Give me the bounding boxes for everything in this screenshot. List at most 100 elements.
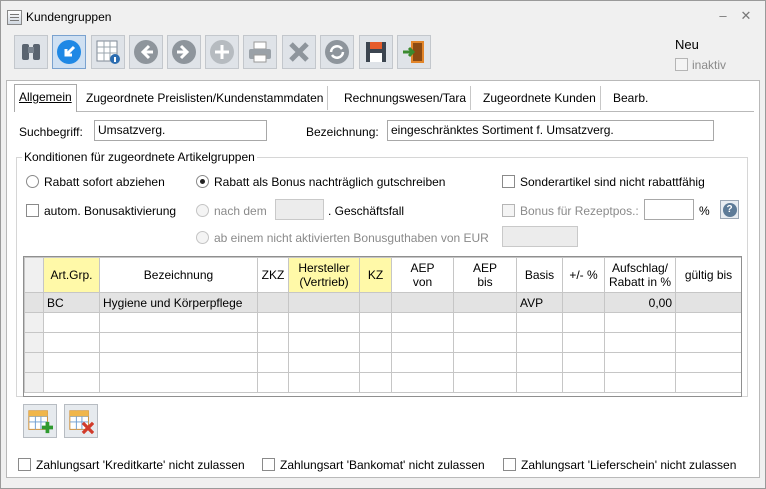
grid-cell[interactable]	[257, 372, 289, 393]
sonderartikel-checkbox[interactable]	[502, 175, 515, 188]
grid-cell[interactable]	[562, 332, 605, 353]
search-button[interactable]	[14, 35, 48, 69]
grid-cell[interactable]	[562, 372, 605, 393]
add-button[interactable]	[205, 35, 239, 69]
grid-cell[interactable]	[675, 372, 742, 393]
bonus-rezept-input[interactable]	[644, 199, 694, 220]
grid-cell[interactable]	[288, 352, 360, 373]
tab-zugeordnete-kunden[interactable]: Zugeordnete Kunden	[479, 86, 601, 110]
grid-cell[interactable]	[288, 332, 360, 353]
grid-row-indicator[interactable]	[24, 312, 44, 333]
grid-column-header[interactable]: AEP bis	[453, 257, 517, 293]
grid-cell[interactable]	[288, 292, 360, 313]
grid-cell[interactable]	[516, 372, 563, 393]
grid-cell[interactable]	[391, 372, 454, 393]
grid-cell[interactable]	[675, 332, 742, 353]
grid-cell[interactable]	[516, 312, 563, 333]
table-row[interactable]	[24, 332, 742, 353]
tab-bearb[interactable]: Bearb.	[609, 86, 652, 110]
grid-column-header[interactable]: Aufschlag/ Rabatt in %	[604, 257, 676, 293]
kreditkarte-checkbox[interactable]	[18, 458, 31, 471]
grid-row-indicator[interactable]	[24, 352, 44, 373]
grid-column-header[interactable]: +/- %	[562, 257, 605, 293]
grid-cell[interactable]	[43, 372, 100, 393]
grid-cell[interactable]	[675, 312, 742, 333]
grid-cell[interactable]: AVP	[516, 292, 563, 313]
table-row[interactable]	[24, 372, 742, 393]
grid-row-indicator[interactable]	[24, 372, 44, 393]
remove-row-button[interactable]	[64, 404, 98, 438]
exit-button[interactable]	[397, 35, 431, 69]
grid-cell[interactable]	[516, 352, 563, 373]
bankomat-checkbox[interactable]	[262, 458, 275, 471]
table-row[interactable]: BC Hygiene und Körperpflege AVP 0,00	[24, 292, 742, 313]
grid-row-indicator[interactable]	[24, 292, 44, 313]
grid-cell[interactable]	[99, 312, 258, 333]
table-row[interactable]	[24, 312, 742, 333]
tab-rechnungswesen[interactable]: Rechnungswesen/Tara	[340, 86, 472, 110]
bonus-rezept-checkbox[interactable]	[502, 204, 515, 217]
grid-cell[interactable]	[675, 352, 742, 373]
grid-cell[interactable]	[43, 312, 100, 333]
grid-cell[interactable]	[391, 292, 454, 313]
grid-cell[interactable]	[257, 292, 289, 313]
grid-cell[interactable]	[99, 352, 258, 373]
grid-column-header[interactable]: Bezeichnung	[99, 257, 258, 293]
grid-cell[interactable]	[675, 292, 742, 313]
grid-cell[interactable]: 0,00	[604, 292, 676, 313]
grid-cell[interactable]	[562, 312, 605, 333]
tab-allgemein[interactable]: Allgemein	[14, 84, 77, 112]
grid-cell[interactable]	[99, 372, 258, 393]
grid-cell[interactable]	[516, 332, 563, 353]
suchbegriff-input[interactable]: Umsatzverg.	[94, 120, 267, 141]
grid-cell[interactable]	[43, 332, 100, 353]
bezeichnung-input[interactable]: eingeschränktes Sortiment f. Umsatzverg.	[387, 120, 714, 141]
grid-cell[interactable]	[391, 312, 454, 333]
table-row[interactable]	[24, 352, 742, 373]
minimize-button[interactable]: –	[714, 7, 732, 25]
grid-cell[interactable]	[257, 312, 289, 333]
grid-column-header[interactable]: AEP von	[391, 257, 454, 293]
grid-cell[interactable]	[359, 352, 392, 373]
nach-dem-radio[interactable]	[196, 204, 209, 217]
delete-button[interactable]	[282, 35, 316, 69]
grid-cell[interactable]	[359, 292, 392, 313]
grid-info-button[interactable]	[91, 35, 125, 69]
tab-preislisten[interactable]: Zugeordnete Preislisten/Kundenstammdaten	[82, 86, 329, 110]
ab-einem-radio[interactable]	[196, 231, 209, 244]
grid-cell[interactable]	[391, 332, 454, 353]
grid-cell[interactable]	[359, 372, 392, 393]
inaktiv-checkbox[interactable]	[675, 58, 688, 71]
lieferschein-checkbox[interactable]	[503, 458, 516, 471]
artikelgruppen-grid[interactable]: Art.Grp. Bezeichnung ZKZ Hersteller (Vertri…	[24, 257, 742, 393]
close-button[interactable]: ✕	[737, 7, 755, 25]
grid-column-header[interactable]: Basis	[516, 257, 563, 293]
previous-button[interactable]	[129, 35, 163, 69]
grid-row-indicator[interactable]	[24, 332, 44, 353]
grid-cell[interactable]	[453, 352, 517, 373]
grid-cell[interactable]	[288, 312, 360, 333]
print-button[interactable]	[243, 35, 277, 69]
grid-cell[interactable]	[453, 332, 517, 353]
help-button[interactable]: ?	[720, 200, 739, 219]
grid-cell[interactable]	[453, 372, 517, 393]
grid-cell[interactable]	[453, 312, 517, 333]
grid-cell[interactable]	[257, 332, 289, 353]
bonusguthaben-input[interactable]	[502, 226, 578, 247]
rabatt-bonus-radio[interactable]	[196, 175, 209, 188]
grid-column-header[interactable]: Hersteller (Vertrieb)	[288, 257, 360, 293]
grid-cell[interactable]	[359, 312, 392, 333]
grid-cell[interactable]	[359, 332, 392, 353]
geschaeftsfall-input[interactable]	[275, 199, 324, 220]
grid-column-header[interactable]: ZKZ	[257, 257, 289, 293]
grid-cell[interactable]	[99, 332, 258, 353]
grid-column-header[interactable]: gültig bis	[675, 257, 742, 293]
grid-cell[interactable]	[257, 352, 289, 373]
grid-cell[interactable]	[288, 372, 360, 393]
add-row-button[interactable]	[23, 404, 57, 438]
next-button[interactable]	[167, 35, 201, 69]
back-button[interactable]	[52, 35, 86, 69]
grid-cell[interactable]	[604, 372, 676, 393]
autom-bonus-checkbox[interactable]	[26, 204, 39, 217]
save-button[interactable]	[359, 35, 393, 69]
